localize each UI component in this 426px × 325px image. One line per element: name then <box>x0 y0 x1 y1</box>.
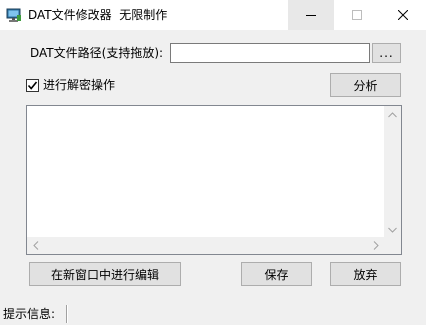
close-button[interactable] <box>380 0 426 30</box>
title-bar[interactable]: DAT文件修改器 无限制作 <box>0 0 426 30</box>
decrypt-checkbox[interactable] <box>26 78 39 92</box>
status-divider-highlight <box>67 305 68 323</box>
path-input[interactable] <box>170 43 370 63</box>
path-label: DAT文件路径(支持拖放): <box>30 46 164 60</box>
status-bar: 提示信息: <box>0 303 426 325</box>
decrypt-checkbox-row[interactable]: 进行解密操作 <box>26 77 115 93</box>
app-monitor-icon <box>6 7 22 23</box>
scroll-right-icon[interactable] <box>367 237 384 254</box>
browse-button[interactable]: ... <box>372 43 401 63</box>
scroll-left-icon[interactable] <box>27 237 44 254</box>
vertical-scrollbar[interactable] <box>384 106 401 238</box>
app-window: DAT文件修改器 无限制作 DAT文件路径(支持拖放): ... 进行解密操作 … <box>0 0 426 325</box>
edit-in-new-window-button[interactable]: 在新窗口中进行编辑 <box>29 262 181 286</box>
checkmark-icon <box>27 80 38 90</box>
scroll-down-icon[interactable] <box>384 221 401 238</box>
maximize-icon <box>352 10 362 20</box>
maximize-button[interactable] <box>334 0 380 30</box>
horizontal-scrollbar[interactable] <box>27 237 384 254</box>
decrypt-label: 进行解密操作 <box>43 78 116 92</box>
minimize-icon <box>306 15 316 16</box>
status-label: 提示信息: <box>3 307 56 321</box>
content-textarea[interactable] <box>26 105 402 255</box>
minimize-button[interactable] <box>288 0 334 30</box>
close-icon <box>398 10 408 20</box>
scroll-corner <box>384 237 401 254</box>
analyze-button[interactable]: 分析 <box>330 73 401 97</box>
discard-button[interactable]: 放弃 <box>330 262 401 286</box>
scroll-up-icon[interactable] <box>384 106 401 123</box>
save-button[interactable]: 保存 <box>241 262 312 286</box>
window-title: DAT文件修改器 无限制作 <box>28 8 168 22</box>
